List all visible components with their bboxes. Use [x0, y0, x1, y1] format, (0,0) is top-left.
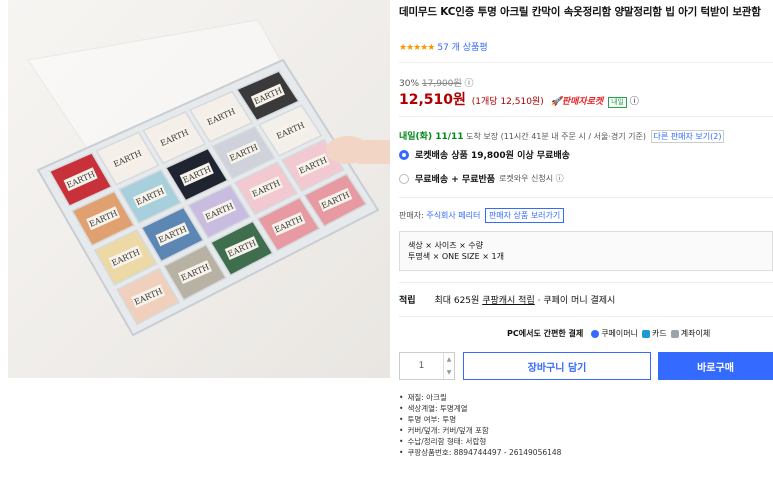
star-rating-icon: ★★★★★: [399, 43, 435, 53]
quantity-arrows[interactable]: ▲ ▼: [443, 353, 454, 379]
divider: [399, 116, 773, 117]
rating[interactable]: ★★★★★ 57 개 상품평: [399, 40, 488, 53]
card-icon: [642, 329, 650, 338]
chevron-up-icon[interactable]: ▲: [447, 356, 452, 363]
delivery-date: 내일(화) 11/11: [399, 132, 464, 142]
cash-amount: 최대 625원: [434, 296, 480, 306]
shipping-option-free[interactable]: 무료배송 + 무료반품 로켓와우 신청시 ⓘ: [399, 172, 564, 185]
pay-method-card: 카드: [652, 329, 667, 338]
shipping-option-label: 로켓배송 상품 19,800원 이상 무료배송: [415, 151, 570, 161]
other-sellers-button[interactable]: 다른 판매자 보기(2): [650, 130, 725, 143]
price-row: 12,510원 (1개당 12,510원) 🚀판매자로켓 내일 ⓘ: [399, 89, 639, 109]
attribute-item: 쿠팡상품번호: 8894744497 - 26149056148: [399, 447, 561, 458]
discount-percent: 30%: [399, 79, 420, 89]
divider: [399, 62, 773, 63]
quantity-value[interactable]: 1: [400, 361, 443, 371]
radio-unselected-icon[interactable]: [399, 173, 409, 184]
rocket-wow-note[interactable]: 로켓와우 신청시 ⓘ: [499, 173, 564, 184]
seller-name-link[interactable]: 주식회사 페리터: [426, 211, 480, 220]
attribute-item: 재질: 아크릴: [399, 392, 561, 403]
attribute-item: 커버/덮개: 커버/덮개 포함: [399, 425, 561, 436]
product-image[interactable]: EARTH EARTH EARTH EARTH EARTH EARTH EARTH EARTH…: [8, 0, 390, 378]
cash-suffix: · 쿠페이 머니 결제시: [537, 296, 616, 306]
option-label: 색상 × 사이즈 × 수량: [408, 241, 484, 250]
shipping-option-label: 무료배송 + 무료반품: [415, 175, 496, 185]
cash-label: 적립: [399, 296, 416, 306]
attribute-item: 수납/정리함 형태: 서랍형: [399, 436, 561, 447]
sale-price: 12,510원: [399, 92, 466, 108]
buy-now-button[interactable]: 바로구매: [658, 352, 773, 380]
pc-pay-label: PC에서도 간편한 결제: [507, 329, 584, 338]
organizer-box-illustration: EARTHEARTHEARTHEARTHEARTHEARTHEARTHEARTH…: [8, 0, 390, 378]
seller-prefix: 판매자:: [399, 211, 424, 220]
quantity-stepper[interactable]: 1 ▲ ▼: [399, 352, 455, 380]
selected-option-box[interactable]: 색상 × 사이즈 × 수량 투명색 × ONE SIZE × 1개: [399, 231, 773, 271]
pay-method-coupay: 쿠페이머니: [601, 329, 638, 338]
seller-rocket-label: 🚀판매자로켓: [550, 97, 604, 107]
rocket-badge: 내일: [608, 97, 627, 108]
info-icon[interactable]: ⓘ: [465, 79, 474, 89]
product-attributes: 재질: 아크릴 색상계열: 투명계열 투명 여부: 투명 커버/덮개: 커버/덮…: [399, 392, 561, 458]
pc-payment-methods: PC에서도 간편한 결제 쿠페이머니 카드 계좌이체: [507, 328, 710, 339]
delivery-detail: (11시간 41분 내 주문 시 / 서울⋅경기 기준): [500, 132, 646, 141]
unit-price: (1개당 12,510원): [471, 97, 544, 107]
attribute-item: 색상계열: 투명계열: [399, 403, 561, 414]
radio-selected-icon[interactable]: [399, 149, 409, 160]
original-price: 17,900원: [421, 79, 462, 89]
product-title: 데미무드 KC인증 투명 아크릴 칸막이 속옷정리함 양말정리함 빕 아기 턱받…: [399, 6, 761, 18]
coupang-cash-link[interactable]: 쿠팡캐시 적립: [482, 296, 535, 306]
pay-method-transfer: 계좌이체: [680, 329, 711, 338]
coupay-money-icon: [591, 329, 600, 338]
add-to-cart-button[interactable]: 장바구니 담기: [463, 352, 651, 380]
delivery-info: 내일(화) 11/11 도착 보장 (11시간 41분 내 주문 시 / 서울⋅…: [399, 129, 725, 143]
bank-transfer-icon: [670, 329, 679, 338]
divider: [399, 316, 773, 317]
delivery-guarantee: 도착 보장: [466, 132, 499, 141]
review-count-link[interactable]: 57 개 상품평: [437, 43, 487, 53]
divider: [399, 282, 773, 283]
chevron-down-icon[interactable]: ▼: [447, 369, 452, 376]
attribute-item: 투명 여부: 투명: [399, 414, 561, 425]
discount-row: 30% 17,900원 ⓘ: [399, 76, 474, 89]
divider: [399, 197, 773, 198]
shipping-option-rocket[interactable]: 로켓배송 상품 19,800원 이상 무료배송: [399, 148, 570, 161]
info-icon[interactable]: ⓘ: [630, 97, 639, 107]
cash-reward-row: 적립 최대 625원 쿠팡캐시 적립 · 쿠페이 머니 결제시: [399, 293, 615, 306]
seller-info: 판매자: 주식회사 페리터 판매자 상품 보러가기: [399, 208, 565, 223]
seller-products-button[interactable]: 판매자 상품 보러가기: [484, 208, 565, 223]
option-value: 투명색 × ONE SIZE × 1개: [408, 252, 504, 261]
